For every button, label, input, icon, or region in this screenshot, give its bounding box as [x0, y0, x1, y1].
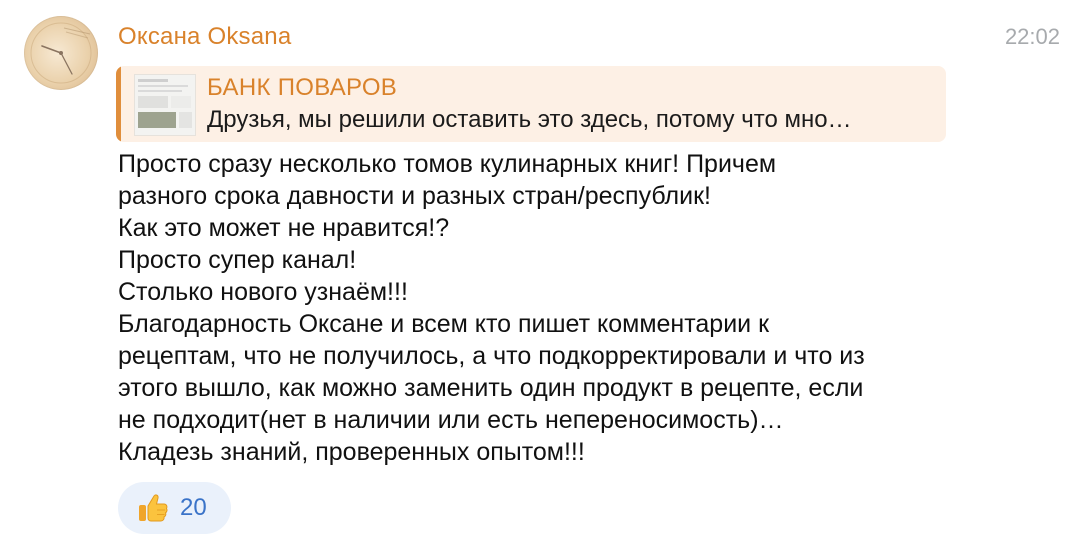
message-time: 22:02: [1004, 24, 1060, 49]
thumbs-up-icon: [139, 494, 168, 522]
reaction-thumbs-up-button[interactable]: 20: [118, 482, 231, 534]
message-text-line: Как это может не нравится!?: [118, 214, 450, 242]
chat-message: Оксана Oksana 22:02 БАНК ПОВАРОВ Друзья,…: [0, 0, 1072, 546]
message-text-line: Просто супер канал!: [118, 246, 357, 274]
reply-text: Друзья, мы решили оставить это здесь, по…: [207, 106, 852, 133]
message-text-line: Благодарность Оксане и всем кто пишет ко…: [118, 310, 770, 338]
reply-preview[interactable]: БАНК ПОВАРОВ Друзья, мы решили оставить …: [116, 66, 946, 142]
message-text-line: не подходит(нет в наличии или есть непер…: [118, 406, 784, 434]
reply-thumbnail: [134, 74, 196, 136]
author-avatar[interactable]: [24, 16, 98, 90]
message-body: Просто сразу несколько томов кулинарных …: [118, 148, 978, 468]
message-text-line: этого вышло, как можно заменить один про…: [118, 374, 864, 402]
reply-channel-title: БАНК ПОВАРОВ: [207, 74, 398, 101]
reply-accent-bar: [116, 66, 121, 142]
message-text-line: рецептам, что не получилось, а что подко…: [118, 342, 865, 370]
clock-avatar-image: [30, 22, 92, 84]
message-text-line: Кладезь знаний, проверенных опытом!!!: [118, 438, 585, 466]
message-text-line: Просто сразу несколько томов кулинарных …: [118, 150, 777, 178]
message-text-line: разного срока давности и разных стран/ре…: [118, 182, 711, 210]
message-text-line: Столько нового узнаём!!!: [118, 278, 408, 306]
reaction-count: 20: [180, 494, 207, 521]
author-name[interactable]: Оксана Oksana: [118, 23, 291, 51]
